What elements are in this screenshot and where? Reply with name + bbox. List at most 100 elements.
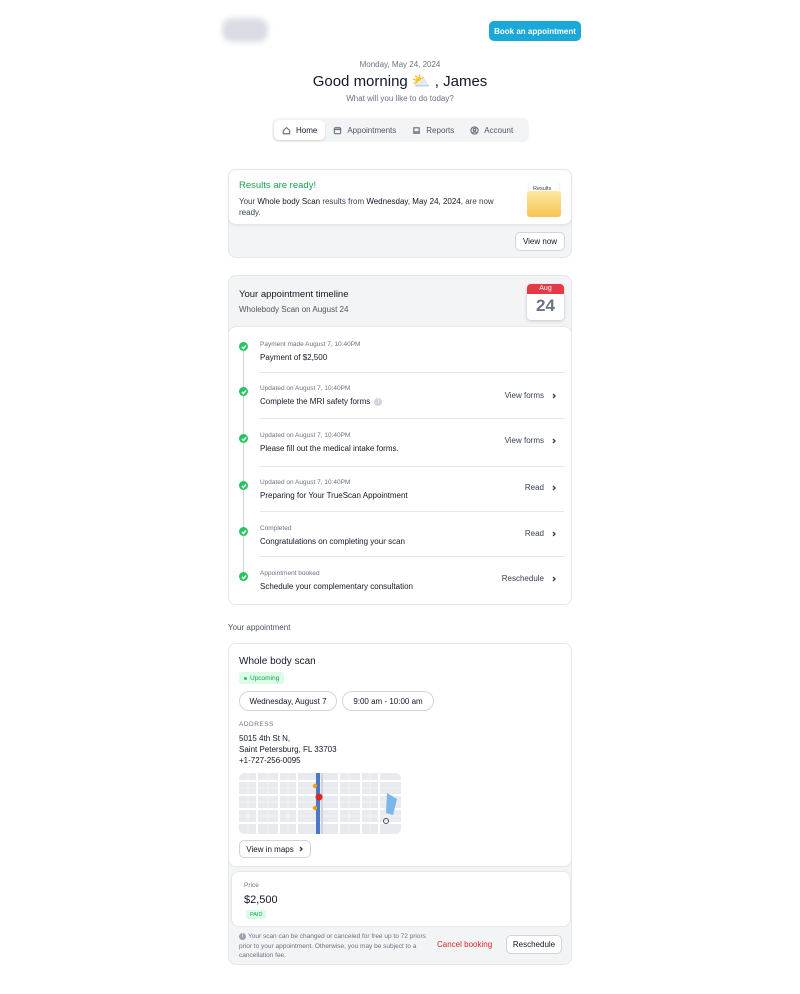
chevron-right-icon [552,576,556,581]
greeting-subtitle: What will you like to do today? [346,94,454,103]
check-icon [239,387,248,396]
address-label: ADDRESS [239,721,274,728]
tab-reports-label: Reports [426,125,455,135]
tab-reports[interactable]: Reports [404,120,462,140]
calendar-date-icon: Aug 24 [527,284,564,320]
timeline-title: Your appointment timeline [239,289,349,300]
view-in-maps-button[interactable]: View in maps [239,840,311,858]
price-value: $2,500 [244,894,278,906]
divider [260,466,564,467]
current-date: Monday, May 24, 2024 [359,60,441,69]
timeline-item-text: Complete the MRI safety forms i [260,397,383,406]
check-icon [239,434,248,443]
user-icon [470,125,479,135]
cancel-booking-button[interactable]: Cancel booking [437,940,492,949]
timeline-item-action-label: View forms [504,436,544,445]
appointment-card: Whole body scan Upcoming Wednesday, Augu… [228,643,572,965]
timeline-item-text-label: Please fill out the medical intake forms… [260,444,399,453]
timeline-item-action-label: Read [524,529,544,538]
address-line: Saint Petersburg, FL 33703 [239,745,337,754]
price-label: Price [244,882,259,889]
chevron-right-icon [552,393,556,398]
timeline-item-meta: Appointment booked [260,570,320,577]
view-forms-link[interactable]: View forms [505,436,557,445]
timeline-item-text-label: Schedule your complementary consultation [260,582,413,591]
location-map[interactable] [239,773,401,834]
read-link[interactable]: Read [525,483,557,492]
timeline-list: Payment made August 7, 10:40PM Payment o… [228,326,572,605]
timeline-item-action-label: Read [524,483,544,492]
check-icon [239,527,248,536]
timeline-item-text: Preparing for Your TrueScan Appointment [260,491,408,500]
timeline-item-text: Please fill out the medical intake forms… [260,444,399,453]
results-message: Your Whole body Scan results from Wednes… [239,196,499,218]
timeline-item-action-label: View forms [504,391,544,400]
check-icon [239,572,248,581]
cancellation-note: i Your scan can be changed or canceled fo… [239,932,429,961]
address-line: 5015 4th St N, [239,734,291,743]
home-icon [282,126,291,134]
book-appointment-button[interactable]: Book an appointment [489,21,581,41]
timeline-item-meta: Completed [260,525,292,532]
appointment-details: Whole body scan Upcoming Wednesday, Augu… [228,643,572,867]
calendar-day: 24 [536,296,555,315]
divider [260,372,564,373]
results-card-body: Results are ready! Your Whole body Scan … [228,169,572,225]
status-badge-label: Upcoming [250,674,280,682]
reschedule-link[interactable]: Reschedule [502,574,557,583]
time-pill: 9:00 am - 10:00 am [342,691,434,711]
cancellation-note-text: Your scan can be changed or canceled for… [239,933,426,959]
timeline-item-text: Congratulations on completing your scan [260,537,405,546]
appointment-title: Whole body scan [239,656,316,667]
status-dot-icon [244,676,247,680]
date-pill: Wednesday, August 7 [239,691,337,711]
read-link[interactable]: Read [525,529,557,538]
timeline-connector [243,347,244,579]
tab-appointments[interactable]: Appointments [325,120,404,140]
view-in-maps-label: View in maps [246,844,294,854]
results-text-prefix: Your [239,197,258,206]
tab-home[interactable]: Home [274,120,326,140]
divider [260,556,564,557]
reschedule-button[interactable]: Reschedule [506,935,562,954]
timeline-item-text: Schedule your complementary consultation [260,582,413,591]
info-icon: i [239,933,246,940]
timeline-item-meta: Updated on August 7, 10:40PM [260,385,351,392]
calendar-icon [334,126,342,134]
timeline-item-action-label: Reschedule [501,574,544,583]
timeline-item-text-label: Payment of $2,500 [260,353,328,362]
check-icon [239,342,248,351]
timeline-item-text: Payment of $2,500 [260,353,327,362]
timeline-item-meta: Updated on August 7, 10:40PM [260,432,351,439]
results-folder-icon: Results [527,179,561,217]
tab-appointments-label: Appointments [347,125,397,135]
info-icon[interactable]: i [374,397,383,406]
paid-badge: PAID [246,910,267,919]
timeline-item-text-label: Congratulations on completing your scan [260,537,405,546]
price-section: Price $2,500 PAID [231,871,571,927]
results-title: Results are ready! [239,180,317,191]
timeline-item-text-label: Complete the MRI safety forms [260,397,371,406]
view-now-button[interactable]: View now [515,232,565,251]
status-badge: Upcoming [239,672,285,684]
timeline-item-meta: Updated on August 7, 10:40PM [260,479,351,486]
timeline-item-meta: Payment made August 7, 10:40PM [260,341,361,348]
results-date: Wednesday, May 24, 2024 [366,197,461,206]
logo [222,18,268,42]
divider [260,511,564,512]
view-forms-link[interactable]: View forms [505,391,557,400]
tab-account-label: Account [484,125,514,135]
tab-account[interactable]: Account [462,120,521,140]
laptop-icon [413,126,421,134]
timeline-item-text-label: Preparing for Your TrueScan Appointment [260,491,408,500]
main-nav: Home Appointments Reports Account [272,118,529,142]
phone-number: +1-727-256-0095 [239,756,301,765]
section-label: Your appointment [228,623,291,632]
check-icon [239,481,248,490]
tab-home-label: Home [296,125,318,135]
results-text-mid: results from [320,197,367,206]
calendar-month: Aug [527,284,564,294]
chevron-right-icon [299,846,303,852]
chevron-right-icon [552,531,556,536]
results-scan-name: Whole body Scan [257,197,321,206]
